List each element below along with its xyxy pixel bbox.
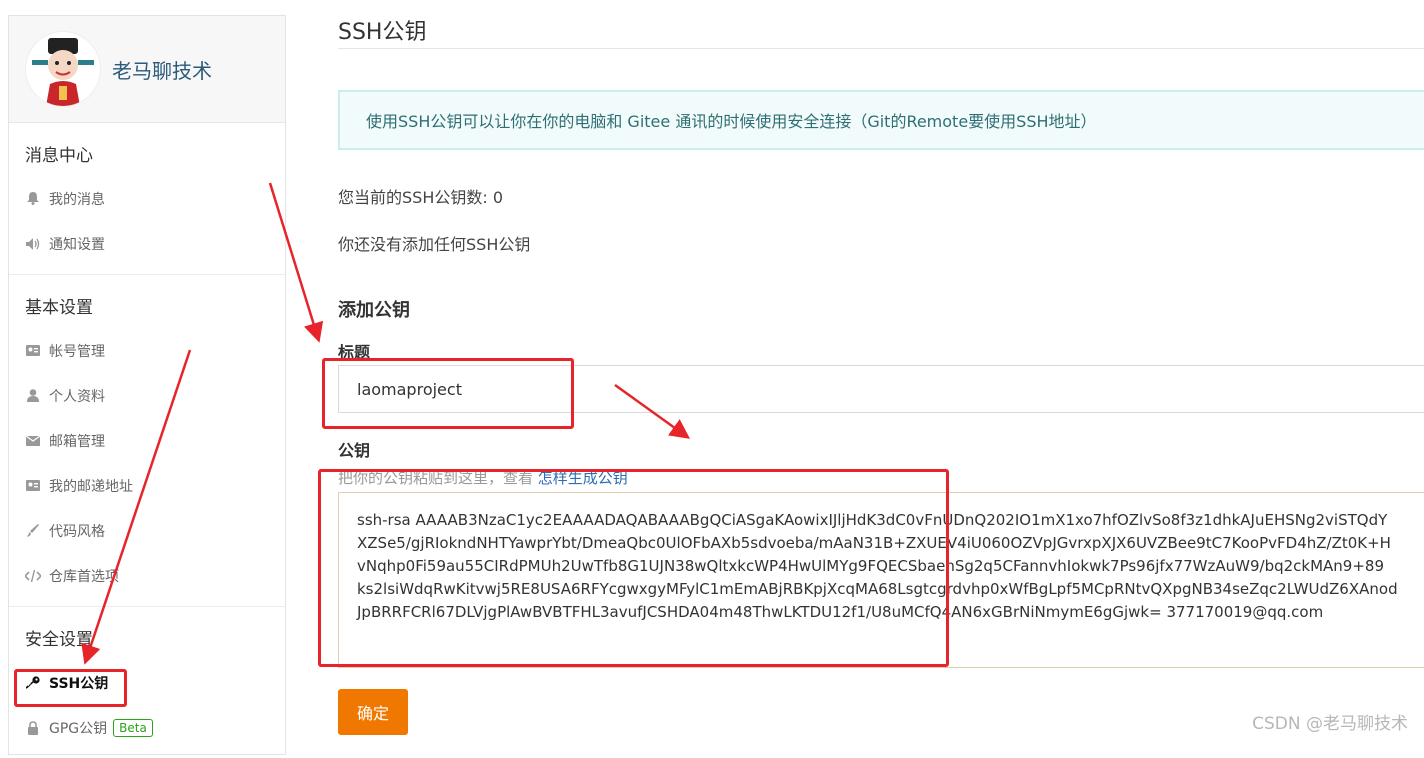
annotation-arrow [614,383,691,439]
annotation-arrow [268,182,324,343]
annotation-arrow [81,349,192,665]
annotation-arrows [81,182,691,665]
